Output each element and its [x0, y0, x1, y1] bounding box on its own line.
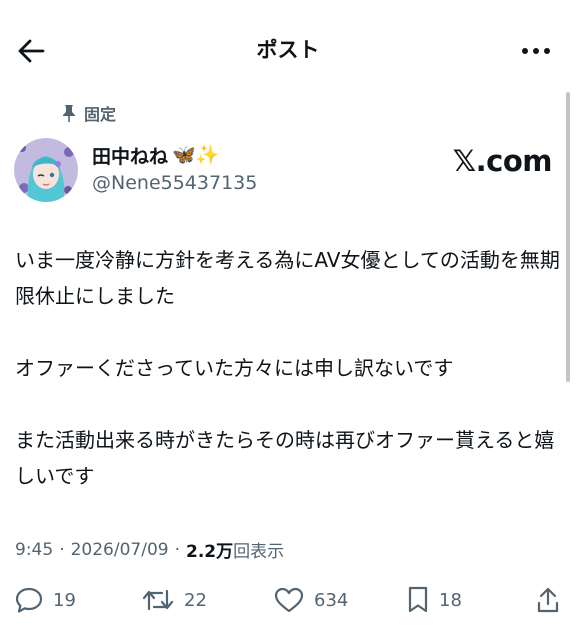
tweet-date[interactable]: 2026/07/09	[71, 540, 169, 560]
tweet-time[interactable]: 9:45	[15, 540, 53, 560]
views-count: 2.2万	[185, 542, 234, 562]
reply-count: 19	[53, 589, 76, 611]
more-horizontal-icon	[522, 48, 550, 54]
tweet-meta: 9:45 · 2026/07/09 · 2.2万 回表示	[15, 537, 285, 563]
share-icon	[537, 587, 559, 613]
tweet-text: いま一度冷静に方針を考える為にAV女優としての活動を無期限休止にしました オファ…	[15, 242, 561, 494]
avatar[interactable]	[14, 138, 78, 202]
display-name-row: 田中ねね 🦋✨	[92, 142, 219, 169]
repost-button[interactable]: 22	[142, 580, 207, 620]
heart-icon	[274, 587, 304, 613]
tweet-paragraph: また活動出来る時がきたらその時は再びオファー貰えると嬉しいです	[15, 428, 555, 488]
repost-count: 22	[184, 589, 207, 611]
pin-icon	[63, 105, 75, 122]
reply-icon	[15, 587, 43, 613]
views-label: 回表示	[233, 542, 285, 562]
meta-separator-2: ·	[174, 539, 180, 560]
bookmark-button[interactable]: 18	[407, 580, 462, 620]
user-handle[interactable]: @Nene55437135	[92, 172, 257, 194]
like-button[interactable]: 634	[274, 580, 348, 620]
tweet-paragraph: いま一度冷静に方針を考える為にAV女優としての活動を無期限休止にしました	[15, 248, 560, 308]
share-button[interactable]	[536, 580, 560, 620]
action-bar: 19 22 634 18	[0, 580, 576, 620]
page-title: ポスト	[256, 38, 320, 62]
repost-icon	[142, 589, 174, 611]
more-options-button[interactable]	[516, 38, 556, 64]
source-logo: 𝕏.com	[452, 144, 553, 178]
like-count: 634	[314, 589, 349, 611]
pinned-indicator: 固定	[62, 102, 116, 124]
meta-separator: ·	[59, 539, 65, 560]
pinned-label: 固定	[84, 105, 117, 124]
bookmark-icon	[408, 586, 428, 613]
scrollbar[interactable]	[566, 92, 570, 382]
name-emojis: 🦋✨	[172, 144, 220, 166]
reply-button[interactable]: 19	[15, 580, 76, 620]
bookmark-count: 18	[439, 589, 462, 611]
tweet-paragraph: オファーくださっていた方々には申し訳ないです	[15, 356, 454, 380]
top-bar: ポスト	[0, 0, 576, 100]
display-name[interactable]: 田中ねね	[92, 142, 168, 169]
